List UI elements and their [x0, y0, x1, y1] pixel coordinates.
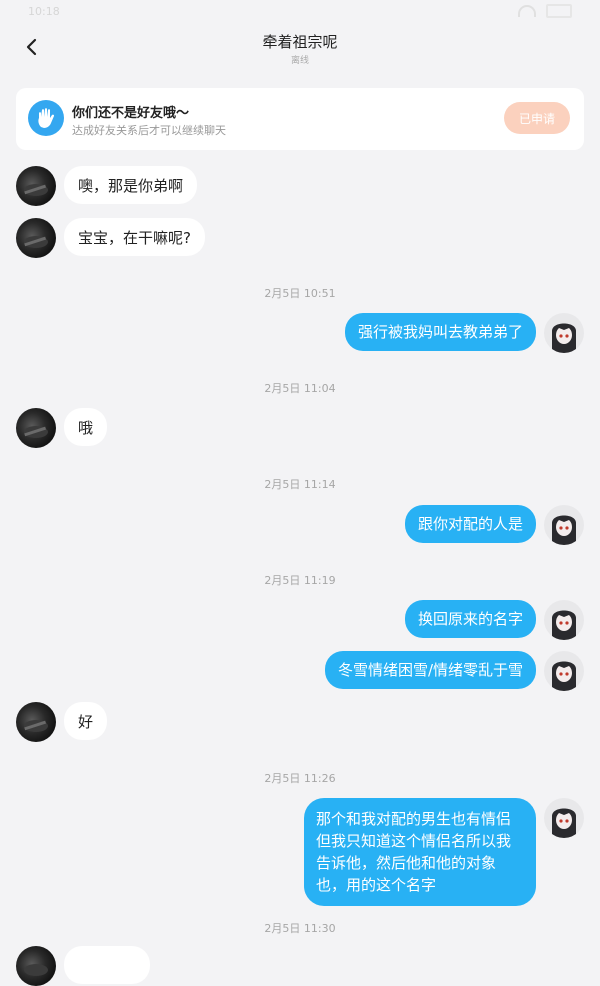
banner-subtitle: 达成好友关系后才可以继续聊天 — [72, 124, 226, 137]
timestamp: 2月5日 11:19 — [264, 574, 336, 587]
my-avatar[interactable] — [544, 313, 584, 353]
online-status: 离线 — [290, 56, 309, 66]
message-bubble-incoming[interactable]: 好 — [64, 702, 108, 740]
friend-request-banner: 你们还不是好友哦～ 达成好友关系后才可以继续聊天 已申请 — [16, 88, 584, 150]
my-avatar[interactable] — [544, 600, 584, 640]
timestamp: 2月5日 11:14 — [264, 478, 336, 491]
message-bubble-outgoing[interactable]: 换回原来的名字 — [404, 600, 536, 638]
hand-wave-icon — [28, 100, 64, 136]
chat-title[interactable]: 牵着祖宗呢 — [0, 31, 600, 52]
message-bubble-outgoing[interactable]: 跟你对配的人是 — [404, 505, 536, 543]
contact-avatar[interactable] — [16, 166, 56, 206]
my-avatar[interactable] — [544, 798, 584, 838]
contact-avatar[interactable] — [16, 218, 56, 258]
timestamp: 2月5日 11:26 — [264, 772, 336, 785]
contact-avatar[interactable] — [16, 702, 56, 742]
contact-avatar[interactable] — [16, 408, 56, 448]
message-bubble-incoming[interactable] — [64, 946, 150, 984]
timestamp: 2月5日 11:30 — [264, 922, 336, 935]
timestamp: 2月5日 11:04 — [264, 382, 336, 395]
status-bar: 10:18 — [0, 0, 600, 22]
timestamp: 2月5日 10:51 — [264, 287, 336, 300]
battery-icon — [546, 4, 572, 18]
message-bubble-incoming[interactable]: 哦 — [64, 408, 108, 446]
status-time: 10:18 — [28, 4, 60, 18]
message-bubble-outgoing[interactable]: 强行被我妈叫去教弟弟了 — [344, 313, 536, 351]
message-bubble-outgoing[interactable]: 那个和我对配的男生也有情侣但我只知道这个情侣名所以我告诉他，然后他和他的对象也，… — [304, 798, 536, 906]
chat-header: 牵着祖宗呢 离线 — [0, 22, 600, 72]
message-bubble-outgoing[interactable]: 冬雪情绪困雪/情绪零乱于雪 — [324, 651, 536, 689]
banner-title: 你们还不是好友哦～ — [72, 106, 190, 121]
wifi-icon — [518, 5, 536, 17]
message-bubble-incoming[interactable]: 噢，那是你弟啊 — [64, 166, 198, 204]
my-avatar[interactable] — [544, 505, 584, 545]
contact-avatar[interactable] — [16, 946, 56, 986]
message-bubble-incoming[interactable]: 宝宝，在干嘛呢? — [64, 218, 205, 256]
applied-button[interactable]: 已申请 — [504, 102, 570, 134]
my-avatar[interactable] — [544, 651, 584, 691]
status-icons — [518, 4, 572, 18]
